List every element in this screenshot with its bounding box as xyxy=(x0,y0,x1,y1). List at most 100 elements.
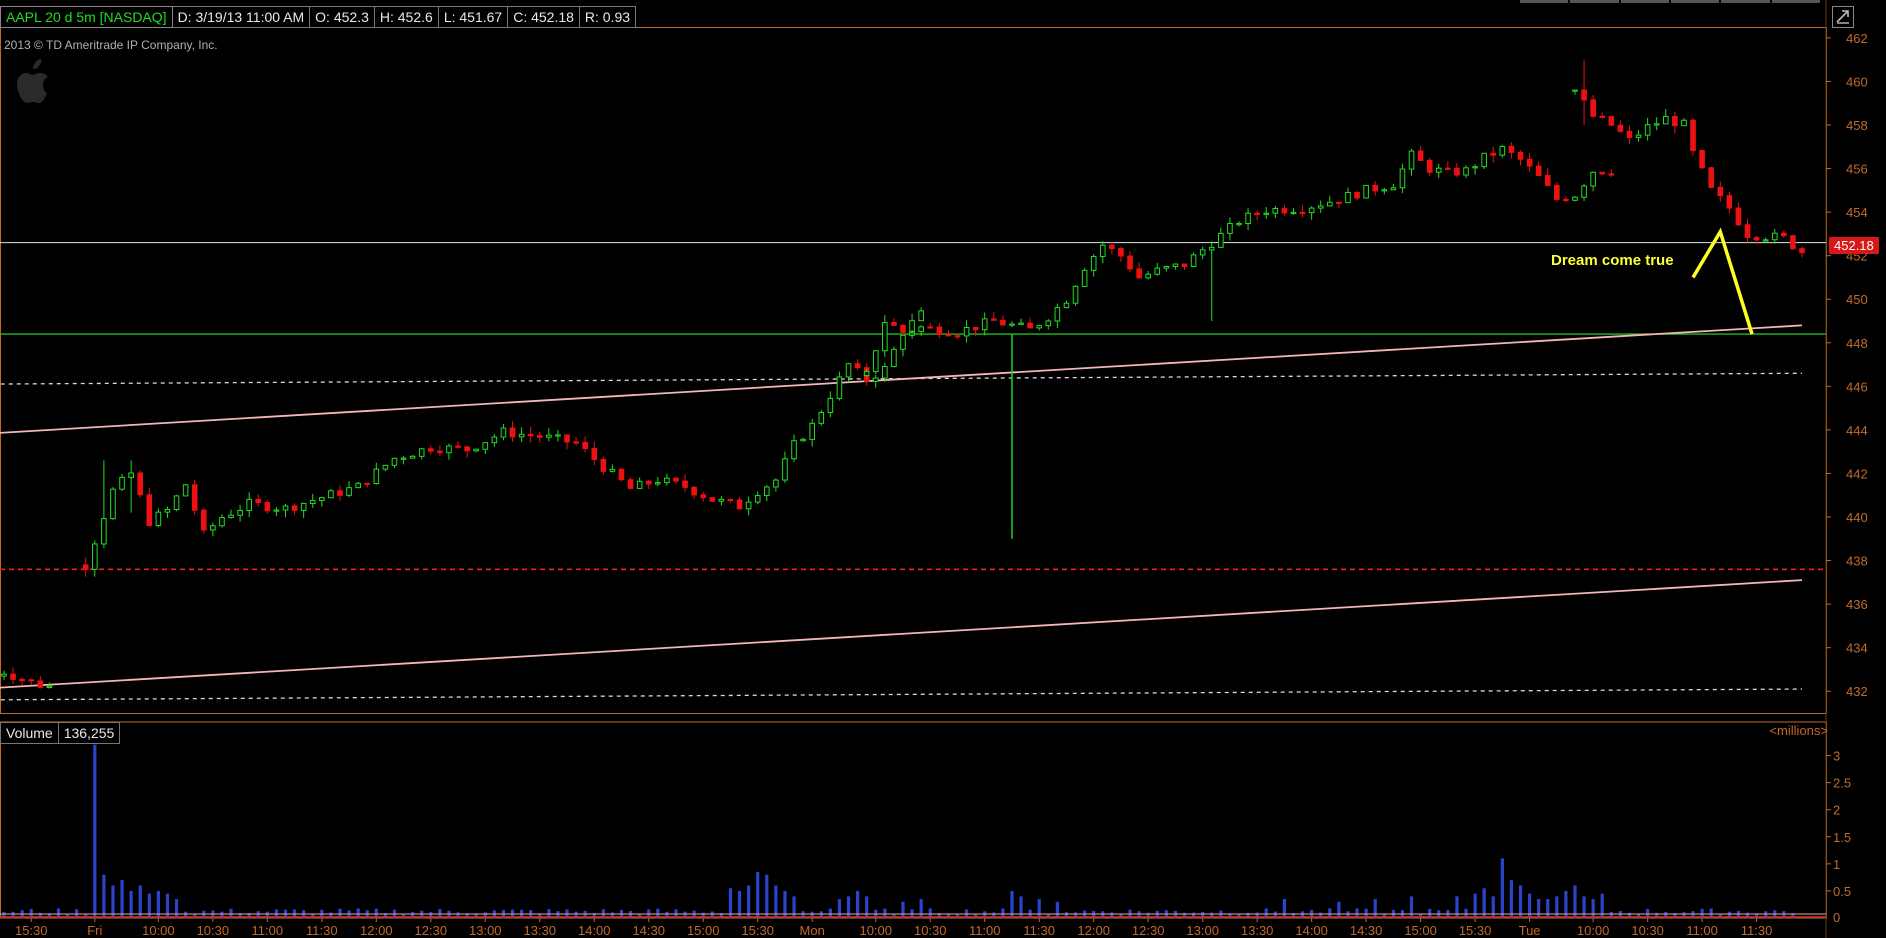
candle-body xyxy=(173,495,180,510)
candle-body xyxy=(1390,187,1397,191)
candle-body xyxy=(1018,322,1024,325)
candle-body xyxy=(1626,130,1633,138)
candle-body xyxy=(1499,145,1506,156)
candle-body xyxy=(763,486,770,496)
time-tick-label: 14:00 xyxy=(578,923,611,938)
candle-body xyxy=(382,464,389,470)
time-tick-label: 10:30 xyxy=(1631,923,1664,938)
candle-body xyxy=(1554,184,1560,200)
close-label: C: 452.18 xyxy=(508,6,580,28)
volume-bar xyxy=(792,896,796,918)
candle-body xyxy=(600,458,607,472)
candle-body xyxy=(682,480,688,488)
volume-label[interactable]: Volume xyxy=(0,722,59,744)
chart-settings-button[interactable] xyxy=(1832,6,1854,28)
price-tick-label: 454 xyxy=(1846,205,1868,220)
window-tabs[interactable] xyxy=(1520,0,1820,3)
candle-body xyxy=(219,516,225,527)
candle-body xyxy=(1608,173,1615,176)
candle-body xyxy=(963,326,970,337)
candle-body xyxy=(255,498,262,504)
candle-body xyxy=(491,436,498,444)
price-tick-label: 446 xyxy=(1846,379,1868,394)
candle-body xyxy=(155,511,162,526)
candle-body xyxy=(1790,235,1796,250)
candle-body xyxy=(101,518,107,545)
time-tick-label: 12:00 xyxy=(1077,923,1110,938)
candle-body xyxy=(1272,208,1279,214)
candle-body xyxy=(1354,192,1360,199)
candle-body xyxy=(455,445,461,448)
candle-body xyxy=(1027,322,1033,329)
volume-axis: 0.5 1 1.5 2 2.5 3 0 xyxy=(1826,749,1851,925)
candle-body xyxy=(918,310,924,322)
time-tick-label: 12:00 xyxy=(360,923,393,938)
volume-bar xyxy=(1491,896,1495,918)
candle-body xyxy=(1581,185,1587,198)
candle-body xyxy=(1417,150,1424,161)
candle-body xyxy=(1326,201,1333,207)
annotation-text: Dream come true xyxy=(1551,252,1674,269)
candle-body xyxy=(346,487,352,496)
candle-body xyxy=(264,502,271,512)
volume-bar xyxy=(1537,899,1541,918)
volume-bar xyxy=(846,896,851,918)
price-panel-frame xyxy=(0,27,1827,714)
candle-body xyxy=(300,502,307,511)
low-label: L: 451.67 xyxy=(438,6,509,28)
candle-body xyxy=(1572,196,1578,201)
candle-body xyxy=(1208,246,1215,251)
candle-body xyxy=(1345,192,1351,204)
time-tick-label: 11:00 xyxy=(252,923,284,938)
volume-bar xyxy=(1019,896,1023,918)
candle-body xyxy=(700,494,707,499)
candle-body xyxy=(609,468,616,472)
last-price-badge: 452.18 xyxy=(1829,237,1879,254)
candle-body xyxy=(1172,263,1179,267)
panel-frames xyxy=(0,0,1827,938)
candle-body xyxy=(1599,171,1606,175)
candle-body xyxy=(1563,198,1569,202)
candle-body xyxy=(991,318,997,321)
candle-body xyxy=(1472,166,1478,169)
candle-body xyxy=(1254,212,1260,215)
projection-line xyxy=(1691,227,1754,335)
time-axis: 15:00 15:30 Fri 10:00 10:30 11:00 11:30 12:00 12… xyxy=(15,918,1772,938)
candle-body xyxy=(146,494,153,526)
candle-body xyxy=(1454,167,1460,176)
candle-body xyxy=(246,498,252,512)
candle-body xyxy=(1299,211,1306,215)
candle-body xyxy=(1000,319,1006,326)
candle-body xyxy=(573,441,579,444)
volume-bar xyxy=(1055,901,1059,918)
volume-bar xyxy=(1500,858,1504,918)
time-tick-label: 13:00 xyxy=(1186,923,1219,938)
candle-body xyxy=(836,376,843,399)
candle-body xyxy=(1771,232,1778,241)
candle-body xyxy=(1072,285,1079,304)
candle-body xyxy=(691,486,697,496)
candle-body xyxy=(882,322,888,352)
symbol-label[interactable]: AAPL 20 d 5m [NASDAQ] xyxy=(0,6,173,28)
candle-body xyxy=(1109,244,1115,250)
volume-bar xyxy=(1409,896,1414,918)
candle-body xyxy=(718,498,725,502)
candle-body xyxy=(736,499,743,510)
candle-body xyxy=(900,324,906,333)
trendline-lower xyxy=(0,579,1803,689)
candle-body xyxy=(1508,145,1515,153)
candle-body xyxy=(1599,115,1606,118)
candle-body xyxy=(1045,320,1052,327)
candle-body xyxy=(182,484,189,497)
volume-tick-label: 0 xyxy=(1833,910,1840,925)
time-tick-label: 15:00 xyxy=(1404,923,1437,938)
candle-body xyxy=(773,479,779,488)
candle-body xyxy=(1526,158,1533,167)
candle-body xyxy=(1590,99,1596,117)
candle-body xyxy=(1036,325,1043,329)
candle-body xyxy=(1081,269,1088,287)
volume-bar xyxy=(865,896,869,918)
candle-body xyxy=(1181,263,1188,267)
candle-body xyxy=(818,411,825,424)
candle-body xyxy=(1681,119,1687,127)
